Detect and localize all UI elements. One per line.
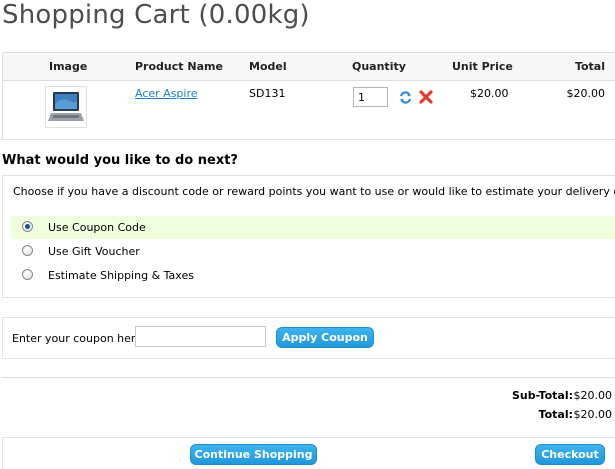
apply-coupon-button[interactable]: Apply Coupon — [276, 327, 374, 348]
subtotal-label: Sub-Total: — [511, 389, 573, 402]
row-total: $20.00 — [566, 87, 606, 100]
cart-table-header: Image Product Name Model Quantity Unit P… — [3, 53, 615, 81]
page-title: Shopping Cart (0.00kg) — [2, 0, 310, 30]
coupon-label: Enter your coupon here: — [12, 332, 146, 345]
total-value: $20.00 — [573, 408, 613, 421]
coupon-input[interactable] — [135, 326, 266, 347]
option-estimate-shipping[interactable]: Estimate Shipping & Taxes — [11, 264, 615, 287]
column-header-image: Image — [49, 60, 88, 73]
refresh-icon[interactable] — [398, 90, 413, 105]
cart-table: Image Product Name Model Quantity Unit P… — [2, 52, 615, 140]
column-header-total: Total — [574, 60, 605, 73]
checkout-button[interactable]: Checkout — [535, 444, 605, 465]
laptop-thumbnail — [48, 92, 84, 121]
option-label: Use Coupon Code — [48, 221, 146, 234]
option-use-coupon-code[interactable]: Use Coupon Code — [11, 216, 615, 239]
column-header-quantity: Quantity — [352, 60, 406, 73]
option-label: Estimate Shipping & Taxes — [48, 269, 194, 282]
coupon-panel: Enter your coupon here: Apply Coupon — [2, 317, 615, 359]
column-header-product-name: Product Name — [135, 60, 223, 73]
radio-use-gift-voucher[interactable] — [22, 245, 33, 256]
remove-icon[interactable] — [419, 90, 433, 104]
cart-totals: Sub-Total: $20.00 Total: $20.00 — [2, 377, 615, 425]
radio-use-coupon-code[interactable] — [22, 221, 33, 232]
product-name-link[interactable]: Acer Aspire — [135, 87, 198, 100]
cart-buttons: Continue Shopping Checkout — [2, 437, 615, 469]
radio-estimate-shipping[interactable] — [22, 269, 33, 280]
quantity-input[interactable] — [353, 87, 388, 107]
options-intro-text: Choose if you have a discount code or re… — [13, 185, 615, 198]
total-label: Total: — [538, 408, 573, 421]
continue-shopping-button[interactable]: Continue Shopping — [190, 444, 317, 465]
column-header-model: Model — [249, 60, 287, 73]
subtotal-value: $20.00 — [573, 389, 613, 402]
option-use-gift-voucher[interactable]: Use Gift Voucher — [11, 240, 615, 263]
next-steps-heading: What would you like to do next? — [2, 153, 238, 168]
product-image[interactable] — [45, 86, 87, 128]
option-label: Use Gift Voucher — [48, 245, 140, 258]
product-model: SD131 — [249, 87, 286, 100]
column-header-unit-price: Unit Price — [452, 60, 513, 73]
unit-price: $20.00 — [470, 87, 509, 100]
next-steps-options: Choose if you have a discount code or re… — [2, 175, 615, 298]
